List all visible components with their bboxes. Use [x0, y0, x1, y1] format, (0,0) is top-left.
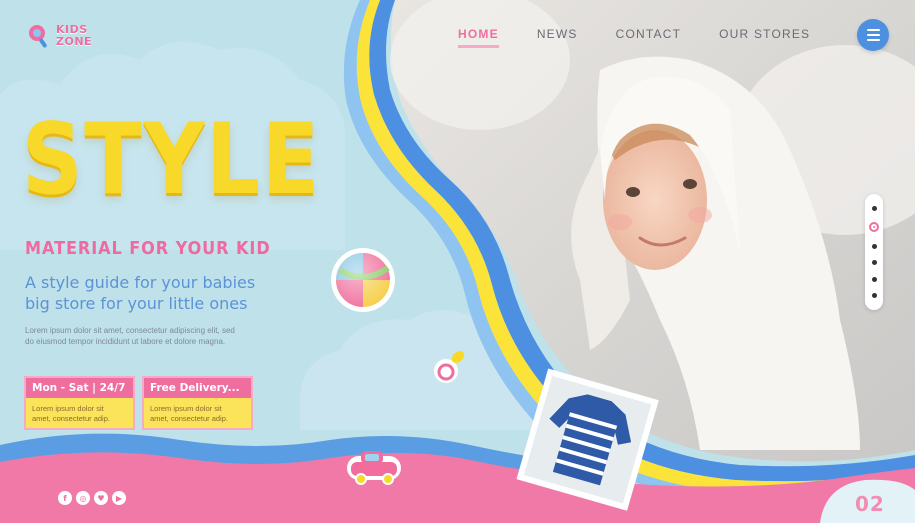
- hero-title: STYLE: [22, 103, 322, 217]
- slider-dot-6[interactable]: [871, 293, 877, 299]
- info-box-text-line-2: amet, consectetur adip.: [150, 414, 228, 423]
- slider-dot-2-active[interactable]: [869, 222, 879, 233]
- info-box-text: Lorem ipsum dolor sit amet, consectetur …: [26, 398, 133, 424]
- background-artwork: [0, 0, 915, 523]
- slider-pagination: [865, 194, 883, 310]
- hero-subtitle: MATERIAL FOR YOUR KID: [25, 239, 271, 259]
- main-nav: HOME NEWS CONTACT OUR STORES: [458, 27, 810, 48]
- slider-dot-3[interactable]: [871, 243, 877, 249]
- info-box-hours: Mon - Sat | 24/7 Lorem ipsum dolor sit a…: [24, 376, 135, 430]
- hero-body-line-1: Lorem ipsum dolor sit amet, consectetur …: [25, 326, 235, 335]
- nav-contact[interactable]: CONTACT: [616, 27, 682, 48]
- landing-page: KIDS ZONE HOME NEWS CONTACT OUR STORES S…: [0, 0, 915, 523]
- ball-sticker: [331, 248, 395, 312]
- nav-our-stores[interactable]: OUR STORES: [719, 27, 810, 48]
- info-box-text-line-1: Lorem ipsum dolor sit: [32, 404, 104, 413]
- logo[interactable]: KIDS ZONE: [28, 24, 92, 48]
- nav-home[interactable]: HOME: [458, 27, 499, 48]
- instagram-icon[interactable]: ◎: [76, 491, 90, 505]
- page-number: 02: [855, 492, 885, 516]
- bottom-pink-wave: [0, 452, 915, 523]
- hero-tagline-line-2: big store for your little ones: [25, 294, 248, 313]
- logo-line-2: ZONE: [56, 35, 93, 48]
- info-box-text-line-1: Lorem ipsum dolor sit: [150, 404, 222, 413]
- info-box-heading: Free Delivery...: [144, 378, 251, 398]
- twitter-icon[interactable]: ♥: [94, 491, 108, 505]
- slider-dot-4[interactable]: [871, 260, 877, 266]
- slider-dot-1[interactable]: [871, 205, 877, 211]
- facebook-icon[interactable]: f: [58, 491, 72, 505]
- hamburger-icon: [866, 29, 880, 31]
- hero-tagline: A style guide for your babies big store …: [25, 272, 305, 314]
- nav-news[interactable]: NEWS: [537, 27, 578, 48]
- youtube-icon[interactable]: ▶: [112, 491, 126, 505]
- info-box-delivery: Free Delivery... Lorem ipsum dolor sit a…: [142, 376, 253, 430]
- rattle-icon: [29, 25, 47, 48]
- hero-body-text: Lorem ipsum dolor sit amet, consectetur …: [25, 325, 275, 347]
- hero-body-line-2: do eiusmod tempor incididunt ut labore e…: [25, 337, 226, 346]
- hero-tagline-line-1: A style guide for your babies: [25, 273, 256, 292]
- info-box-text-line-2: amet, consectetur adip.: [32, 414, 110, 423]
- slider-dot-5[interactable]: [871, 276, 877, 282]
- hamburger-menu-button[interactable]: [857, 19, 889, 51]
- social-links: f ◎ ♥ ▶: [58, 491, 126, 505]
- info-box-heading: Mon - Sat | 24/7: [26, 378, 133, 398]
- info-box-text: Lorem ipsum dolor sit amet, consectetur …: [144, 398, 251, 424]
